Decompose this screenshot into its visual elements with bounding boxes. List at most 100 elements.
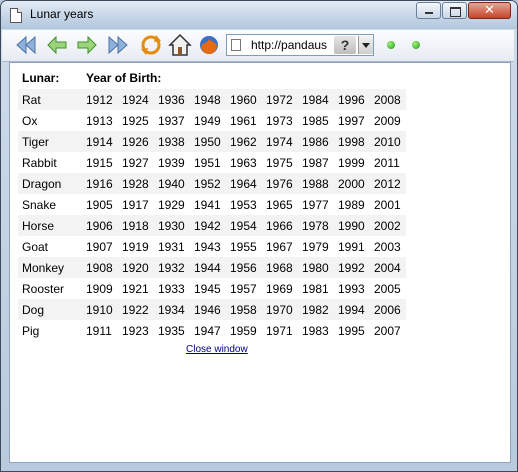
year-cell: 1975 — [266, 155, 293, 170]
year-cell: 2002 — [370, 215, 406, 236]
year-cell: 1919 — [122, 239, 149, 254]
year-cell: 1976 — [262, 173, 298, 194]
year-cell: 1921 — [122, 281, 149, 296]
back-first-button[interactable] — [14, 33, 38, 57]
year-cell: 1911 — [86, 323, 112, 338]
status-green-icon — [387, 41, 395, 49]
maximize-icon — [450, 7, 461, 17]
zodiac-name: Monkey — [18, 257, 82, 278]
close-window-link[interactable]: Close window — [186, 344, 248, 355]
year-cell: 2009 — [374, 113, 401, 128]
year-cell: 1930 — [154, 215, 190, 236]
refresh-button[interactable] — [139, 33, 163, 57]
year-cell: 1974 — [262, 131, 298, 152]
address-input[interactable]: http://pandaus — [251, 38, 335, 52]
page-content: Lunar: Year of Birth: Rat 1912 1924 1936 194… — [9, 62, 511, 463]
year-cell: 2007 — [374, 323, 401, 338]
year-cell: 2005 — [374, 281, 401, 296]
year-cell: 1909 — [86, 281, 113, 296]
year-cell: 1934 — [154, 299, 190, 320]
firefox-button[interactable] — [197, 33, 221, 57]
close-button[interactable]: ✕ — [468, 2, 511, 19]
year-cell: 1968 — [262, 257, 298, 278]
year-cell: 1977 — [302, 197, 329, 212]
maximize-button[interactable] — [442, 2, 467, 19]
year-cell: 1979 — [302, 239, 329, 254]
year-cell: 1932 — [154, 257, 190, 278]
close-icon: ✕ — [484, 3, 495, 18]
window-title: Lunar years — [30, 7, 94, 21]
zodiac-name: Rabbit — [22, 155, 57, 170]
year-cell: 1972 — [262, 89, 298, 110]
table-row: Rat 1912 1924 1936 1948 1960 1972 1984 1996 2008 — [18, 89, 406, 110]
year-cell: 1990 — [334, 215, 370, 236]
year-cell: 2012 — [370, 173, 406, 194]
year-cell: 1996 — [334, 89, 370, 110]
year-cell: 1914 — [82, 131, 118, 152]
lunar-years-table: Lunar: Year of Birth: Rat 1912 1924 1936 194… — [18, 67, 406, 341]
year-cell: 1938 — [154, 131, 190, 152]
year-cell: 1923 — [122, 323, 149, 338]
year-cell: 1962 — [226, 131, 262, 152]
year-cell: 1970 — [262, 299, 298, 320]
year-cell: 1951 — [194, 155, 221, 170]
year-cell: 1957 — [230, 281, 257, 296]
year-cell: 1944 — [190, 257, 226, 278]
year-cell: 1917 — [122, 197, 149, 212]
year-cell: 1920 — [118, 257, 154, 278]
table-row: Rabbit 1915 1927 1939 1951 1963 1975 1987 1999 20… — [18, 152, 406, 173]
year-cell: 2011 — [374, 155, 400, 170]
year-cell: 1997 — [338, 113, 365, 128]
year-cell: 1964 — [226, 173, 262, 194]
year-cell: 1959 — [230, 323, 257, 338]
year-cell: 1960 — [226, 89, 262, 110]
year-cell: 1987 — [302, 155, 329, 170]
year-cell: 1924 — [118, 89, 154, 110]
home-button[interactable] — [168, 33, 192, 57]
zodiac-name: Dragon — [18, 173, 82, 194]
help-button[interactable]: ? — [334, 36, 356, 54]
year-cell: 1940 — [154, 173, 190, 194]
year-cell: 1946 — [190, 299, 226, 320]
year-cell: 1993 — [338, 281, 365, 296]
address-dropdown-button[interactable] — [358, 36, 373, 54]
year-cell: 2004 — [370, 257, 406, 278]
browser-window: Lunar years ✕ http://pandaus ? Lunar: Ye… — [0, 0, 518, 472]
back-button[interactable] — [45, 33, 69, 57]
table-row: Dragon 1916 1928 1940 1952 1964 1976 1988 2000 20… — [18, 173, 406, 194]
minimize-button[interactable] — [416, 2, 441, 19]
year-cell: 1981 — [302, 281, 329, 296]
back-first-icon — [16, 35, 36, 55]
year-cell: 1945 — [194, 281, 221, 296]
zodiac-name: Rat — [18, 89, 82, 110]
zodiac-name: Pig — [22, 323, 40, 338]
year-cell: 1963 — [230, 155, 257, 170]
year-cell: 1949 — [194, 113, 221, 128]
year-cell: 1929 — [158, 197, 185, 212]
forward-last-icon — [108, 35, 128, 55]
year-cell: 1969 — [266, 281, 293, 296]
year-cell: 1954 — [226, 215, 262, 236]
year-cell: 1907 — [86, 239, 113, 254]
table-row: Snake 1905 1917 1929 1941 1953 1965 1977 1989 200… — [18, 194, 406, 215]
column-header-lunar: Lunar: — [22, 71, 60, 85]
year-cell: 1953 — [230, 197, 257, 212]
page-icon — [10, 8, 22, 23]
year-cell: 1958 — [226, 299, 262, 320]
back-icon — [47, 35, 67, 55]
year-cell: 1984 — [298, 89, 334, 110]
home-icon — [168, 33, 192, 56]
year-cell: 1961 — [230, 113, 257, 128]
firefox-icon — [200, 36, 218, 54]
year-cell: 1985 — [302, 113, 329, 128]
year-cell: 1991 — [338, 239, 365, 254]
year-cell: 1922 — [118, 299, 154, 320]
year-cell: 2006 — [370, 299, 406, 320]
forward-button[interactable] — [75, 33, 99, 57]
year-cell: 1943 — [194, 239, 221, 254]
address-bar[interactable]: http://pandaus ? — [226, 34, 374, 56]
title-bar[interactable]: Lunar years ✕ — [1, 1, 517, 29]
year-cell: 1971 — [266, 323, 293, 338]
year-cell: 1931 — [158, 239, 185, 254]
forward-last-button[interactable] — [106, 33, 130, 57]
